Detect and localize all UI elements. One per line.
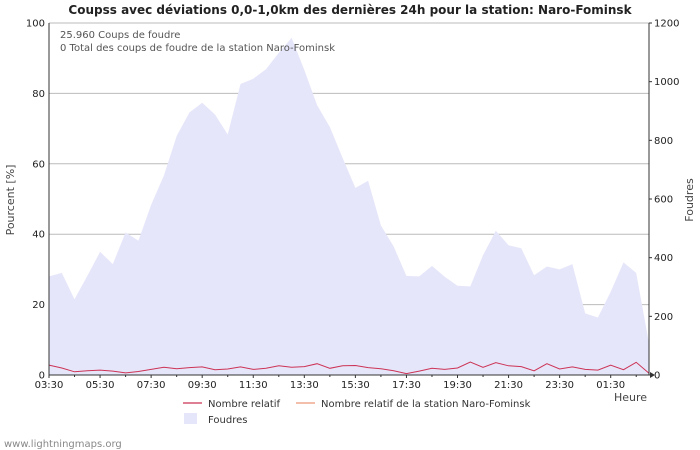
y-right-tick-label: 200 [654, 312, 673, 323]
y-axis-right-title: Foudres [683, 178, 696, 222]
legend-label-nombre-relatif-station: Nombre relatif de la station Naro-Fomins… [321, 399, 531, 410]
x-tick-label: 05:30 [86, 380, 115, 391]
info-strike-count: 25.960 Coups de foudre [60, 30, 180, 41]
y-left-tick-label: 80 [32, 89, 45, 100]
x-tick-label: 03:30 [35, 380, 64, 391]
x-tick-label: 01:30 [596, 380, 625, 391]
x-tick-label: 13:30 [290, 380, 319, 391]
x-tick-label: 15:30 [341, 380, 370, 391]
x-tick-label: 23:30 [545, 380, 574, 391]
x-tick-label: 11:30 [239, 380, 268, 391]
chart-title: Coupss avec déviations 0,0-1,0km des der… [68, 3, 632, 17]
legend-swatch-foudres [184, 413, 197, 424]
legend: Nombre relatif Nombre relatif de la stat… [183, 399, 531, 426]
info-station-total: 0 Total des coups de foudre de la statio… [60, 43, 335, 54]
y-left-tick-label: 60 [32, 159, 45, 170]
x-tick-label: 07:30 [137, 380, 166, 391]
x-axis-title: Heure [614, 391, 647, 404]
x-tick-label: 09:30 [188, 380, 217, 391]
y-left-tick-label: 40 [32, 230, 45, 241]
y-right-tick-label: 1200 [654, 19, 679, 30]
y-right-tick-label: 0 [654, 371, 660, 382]
chart-root: 0 20 40 60 80 100 0 200 400 600 800 1000 1200 03:30 05… [0, 0, 700, 450]
x-tick-label: 19:30 [443, 380, 472, 391]
y-right-tick-label: 800 [654, 136, 673, 147]
y-axis-left-title: Pourcent [%] [4, 165, 17, 236]
x-tick-label: 21:30 [494, 380, 523, 391]
legend-label-nombre-relatif: Nombre relatif [208, 399, 281, 410]
lightning-chart: 02040608010002004006008001000120003:30 05… [4, 3, 696, 450]
y-right-tick-label: 600 [654, 195, 673, 206]
y-left-tick-label: 20 [32, 300, 45, 311]
footer-credit: www.lightningmaps.org [4, 439, 122, 450]
legend-label-foudres: Foudres [208, 415, 247, 426]
x-tick-label: 17:30 [392, 380, 421, 391]
y-right-tick-label: 400 [654, 253, 673, 264]
y-right-tick-label: 1000 [654, 77, 679, 88]
y-left-tick-label: 100 [26, 19, 45, 30]
